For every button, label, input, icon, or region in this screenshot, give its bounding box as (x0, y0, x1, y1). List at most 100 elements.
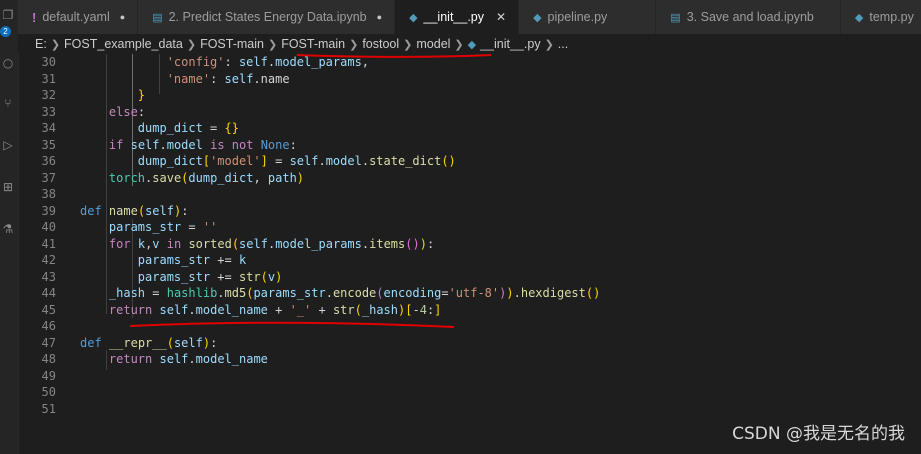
line-number: 34 (41, 121, 56, 135)
code-text[interactable]: params_str += str(v) (80, 270, 283, 284)
chevron-right-icon: ❯ (186, 38, 197, 51)
code-text[interactable]: dump_dict['model'] = self.model.state_di… (80, 154, 456, 168)
code-line[interactable]: 36 dump_dict['model'] = self.model.state… (18, 153, 456, 170)
breadcrumb-folder[interactable]: model (416, 37, 450, 51)
code-text[interactable]: 'config': self.model_params, (80, 55, 369, 69)
tab-label: 3. Save and load.ipynb (686, 10, 814, 24)
notebook-icon: ▤ (670, 11, 681, 24)
tab-pipeline-py[interactable]: ◆ pipeline.py (519, 0, 657, 34)
run-debug-icon[interactable]: ▷ (1, 138, 15, 152)
tab-save-load-notebook[interactable]: ▤ 3. Save and load.ipynb (656, 0, 841, 34)
code-line[interactable]: 50 (18, 384, 80, 401)
chevron-right-icon: ❯ (267, 38, 278, 51)
code-line[interactable]: 45 return self.model_name + '_' + str(_h… (18, 302, 442, 319)
breadcrumb-drive[interactable]: E: (35, 37, 47, 51)
tab-label: default.yaml (42, 10, 110, 24)
line-number: 43 (41, 269, 56, 284)
line-number: 49 (41, 368, 56, 383)
tab-init-py[interactable]: ◆ __init__.py ✕ (395, 0, 520, 34)
code-line[interactable]: 34 dump_dict = {} (18, 120, 239, 137)
code-line[interactable]: 38 (18, 186, 80, 203)
line-number: 48 (41, 352, 56, 366)
code-line[interactable]: 47 def __repr__(self): (18, 335, 218, 352)
line-number: 36 (41, 154, 56, 168)
notebook-icon: ▤ (152, 11, 163, 24)
code-line[interactable]: 39 def name(self): (18, 203, 189, 220)
breadcrumb-symbol[interactable]: ... (558, 37, 568, 51)
line-number: 46 (41, 319, 56, 333)
line-number: 45 (41, 302, 56, 317)
line-number: 37 (41, 170, 56, 185)
line-number: 31 (41, 71, 56, 86)
code-line[interactable]: 37 torch.save(dump_dict, path) (18, 170, 304, 187)
modified-dot-icon[interactable]: ● (120, 12, 125, 22)
code-line[interactable]: 51 (18, 401, 80, 418)
code-text[interactable]: params_str = '' (80, 220, 217, 234)
tab-bar: ! default.yaml ● ▤ 2. Predict States Ene… (18, 0, 921, 34)
testing-icon[interactable]: ⚗ (1, 222, 15, 236)
code-text[interactable]: for k,v in sorted(self.model_params.item… (80, 237, 434, 251)
code-line[interactable]: 43 params_str += str(v) (18, 269, 283, 286)
line-number: 42 (41, 253, 56, 267)
line-number: 39 (41, 203, 56, 218)
source-control-icon[interactable]: ⑂ (1, 96, 15, 110)
search-icon[interactable]: ○ (1, 56, 15, 70)
code-text[interactable]: if self.model is not None: (80, 138, 297, 152)
code-text[interactable]: torch.save(dump_dict, path) (80, 171, 304, 185)
python-icon: ◆ (409, 11, 418, 24)
tab-default-yaml[interactable]: ! default.yaml ● (18, 0, 139, 34)
line-number: 44 (41, 286, 56, 300)
code-editor[interactable]: 30 'config': self.model_params, 31 'name'… (18, 54, 921, 454)
tab-temp-py[interactable]: ◆ temp.py (840, 0, 921, 34)
code-text[interactable]: } (80, 88, 145, 102)
code-text[interactable]: dump_dict = {} (80, 121, 239, 135)
python-icon: ◆ (533, 11, 542, 24)
activity-bar: ❐ 2 ○ ⑂ ▷ ⊞ ⚗ (0, 0, 19, 454)
code-line[interactable]: 42 params_str += k (18, 252, 247, 269)
tab-predict-states-notebook[interactable]: ▤ 2. Predict States Energy Data.ipynb ● (138, 0, 396, 34)
line-number: 40 (41, 220, 56, 234)
tab-label: pipeline.py (547, 10, 608, 24)
code-line[interactable]: 31 'name': self.name (18, 71, 290, 88)
breadcrumb-folder[interactable]: fostool (362, 37, 399, 51)
line-number: 33 (41, 104, 56, 119)
breadcrumb-folder[interactable]: FOST-main (281, 37, 345, 51)
breadcrumb-folder[interactable]: FOST-main (200, 37, 264, 51)
code-text[interactable]: params_str += k (80, 253, 246, 267)
code-line[interactable]: 48 return self.model_name (18, 351, 268, 368)
line-number: 32 (41, 88, 56, 102)
tab-label: 2. Predict States Energy Data.ipynb (168, 10, 367, 24)
code-line[interactable]: 41 for k,v in sorted(self.model_params.i… (18, 236, 435, 253)
code-line[interactable]: 30 'config': self.model_params, (18, 54, 369, 71)
explorer-icon[interactable]: ❐ (1, 8, 15, 22)
code-text[interactable]: def name(self): (80, 204, 188, 218)
code-text[interactable]: return self.model_name + '_' + str(_hash… (80, 303, 442, 317)
line-number: 30 (41, 55, 56, 69)
modified-dot-icon[interactable]: ● (377, 12, 382, 22)
line-number: 38 (41, 187, 56, 201)
code-line[interactable]: 40 params_str = '' (18, 219, 218, 236)
breadcrumb-file[interactable]: __init__.py (480, 37, 540, 51)
code-line[interactable]: 44 _hash = hashlib.md5(params_str.encode… (18, 285, 601, 302)
code-line[interactable]: 32 } (18, 87, 145, 104)
code-text[interactable]: _hash = hashlib.md5(params_str.encode(en… (80, 286, 600, 300)
code-text[interactable]: 'name': self.name (80, 72, 290, 86)
line-number: 41 (41, 236, 56, 251)
breadcrumb-folder[interactable]: FOST_example_data (64, 37, 183, 51)
close-icon[interactable]: ✕ (496, 10, 506, 24)
code-line[interactable]: 33 else: (18, 104, 146, 121)
source-control-badge: 2 (0, 26, 11, 37)
extensions-icon[interactable]: ⊞ (1, 180, 15, 194)
line-number: 35 (41, 137, 56, 152)
code-line[interactable]: 35 if self.model is not None: (18, 137, 297, 154)
python-icon: ◆ (467, 38, 477, 51)
code-line[interactable]: 46 (18, 318, 80, 335)
code-text[interactable]: else: (80, 105, 145, 119)
code-text[interactable]: def __repr__(self): (80, 336, 217, 350)
chevron-right-icon: ❯ (454, 38, 464, 51)
chevron-right-icon: ❯ (50, 38, 61, 51)
code-text[interactable]: return self.model_name (80, 352, 268, 366)
line-number: 50 (41, 385, 56, 399)
code-line[interactable]: 49 (18, 368, 80, 385)
watermark: CSDN @我是无名的我 (732, 424, 905, 444)
